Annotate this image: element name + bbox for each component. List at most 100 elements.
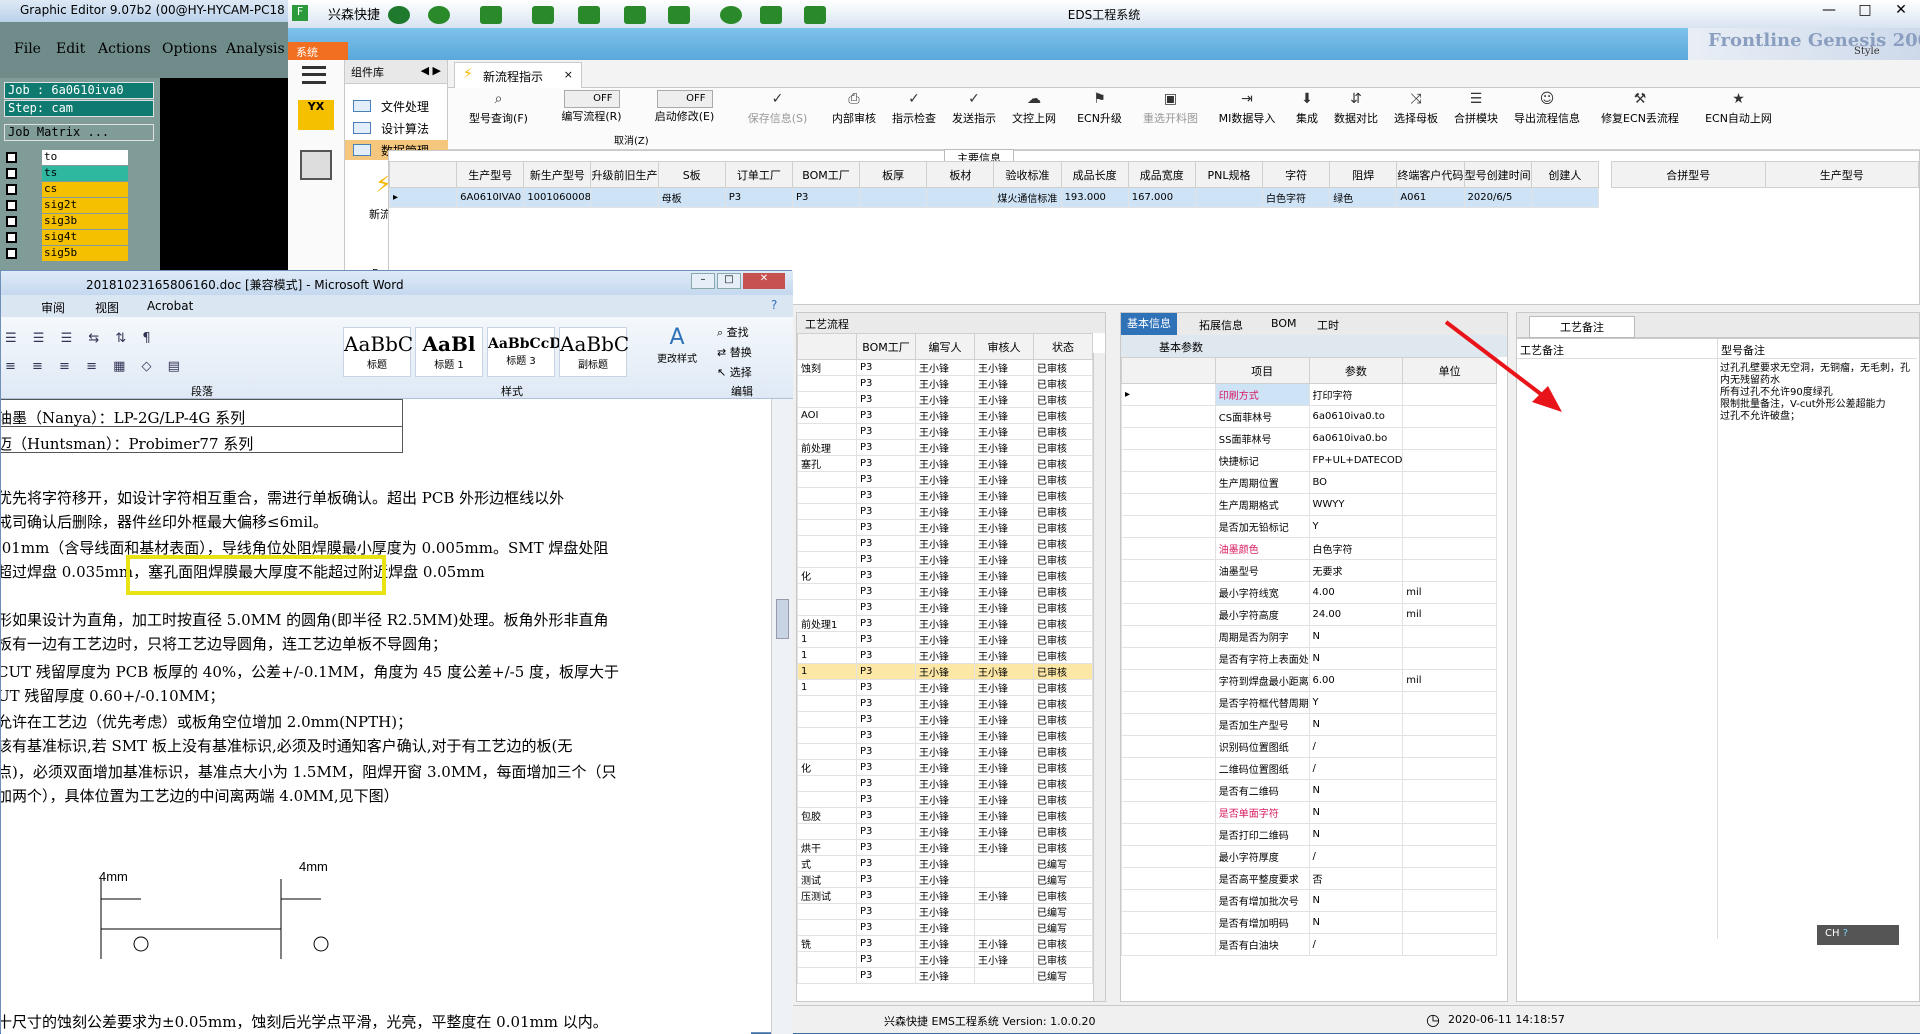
- toolbar-button[interactable]: ⚒ 修复ECN丢流程: [1590, 88, 1690, 150]
- table-row[interactable]: 是否高平整度要求否: [1121, 867, 1497, 890]
- layer-checkbox[interactable]: [6, 184, 17, 195]
- table-row[interactable]: P3 王小锋 王小锋 已审核: [797, 503, 1093, 520]
- layer-row[interactable]: sig4t: [4, 230, 154, 245]
- table-row[interactable]: 快捷标记 FP+UL+DATECODE: [1121, 449, 1497, 472]
- layer-checkbox[interactable]: [6, 152, 17, 163]
- table-row[interactable]: 最小字符厚度 /: [1121, 845, 1497, 868]
- table-row[interactable]: 压测试 P3 王小锋 王小锋 已审核: [797, 887, 1093, 904]
- layer-row[interactable]: sig2t: [4, 198, 154, 213]
- table-row[interactable]: P3 王小锋 王小锋 已审核: [797, 391, 1093, 408]
- table-row[interactable]: 是否字符框代替周期 Y: [1121, 691, 1497, 714]
- table-row[interactable]: 识别码位置图纸 /: [1121, 735, 1497, 758]
- menu-icon[interactable]: [302, 66, 326, 84]
- column-header[interactable]: 验收标准: [993, 161, 1062, 188]
- column-header[interactable]: 合拼型号: [1611, 161, 1766, 188]
- table-row[interactable]: 油墨颜色 白色字符: [1121, 537, 1497, 560]
- column-header[interactable]: [797, 333, 857, 360]
- table-row[interactable]: P3 王小锋 王小锋 已审核: [797, 375, 1093, 392]
- layer-checkbox[interactable]: [6, 168, 17, 179]
- tab-acrobat[interactable]: Acrobat: [147, 299, 193, 313]
- toolbar-button[interactable]: ☁ 文控上网: [1006, 88, 1062, 150]
- column-header[interactable]: 生产型号: [456, 161, 525, 188]
- toolbar-button[interactable]: OFF 启动修改(E): [640, 88, 729, 150]
- tab-new-flow[interactable]: ⚡ 新流程指示 ×: [454, 62, 582, 88]
- library-nav-icon[interactable]: ◀ ▶: [421, 64, 441, 77]
- table-row[interactable]: P3 王小锋 王小锋 已审核: [797, 583, 1093, 600]
- column-header[interactable]: 成品长度: [1060, 161, 1129, 188]
- column-header[interactable]: 板材: [926, 161, 995, 188]
- tab-review[interactable]: 审阅: [41, 299, 65, 316]
- yx-module-icon[interactable]: YX: [298, 100, 334, 130]
- library-item-file[interactable]: 文件处理: [345, 96, 448, 116]
- toolbar-button[interactable]: ☺ 导出流程信息: [1508, 88, 1586, 150]
- table-row[interactable]: 1 P3 王小锋 王小锋 已审核: [797, 679, 1093, 696]
- toolbar-button[interactable]: ⎙ 内部审核: [826, 88, 882, 150]
- menu-file[interactable]: File: [14, 41, 41, 57]
- column-header[interactable]: 生产型号: [1764, 161, 1919, 188]
- table-row[interactable]: 是否加无铅标记 Y: [1121, 515, 1497, 538]
- table-row[interactable]: 是否打印二维码 N: [1121, 823, 1497, 846]
- table-row[interactable]: 1 P3 王小锋 王小锋 已审核: [797, 647, 1093, 664]
- style-title[interactable]: AaBbC 标题: [343, 327, 413, 377]
- menu-actions[interactable]: Actions: [98, 41, 151, 57]
- style-heading-1[interactable]: AaBl 标题 1: [415, 327, 483, 377]
- column-header[interactable]: 升级前旧生产型号: [590, 161, 659, 188]
- toolbar-button[interactable]: ★ ECN自动上网: [1694, 88, 1783, 150]
- toolbar-button[interactable]: ⬇ 集成: [1290, 88, 1324, 150]
- table-row[interactable]: P3 王小锋 王小锋 已审核: [797, 775, 1093, 792]
- column-header[interactable]: BOM工厂: [856, 333, 916, 360]
- find-button[interactable]: ⌕ 查找: [717, 323, 752, 343]
- table-row[interactable]: 是否有字符上表面处理设计N: [1121, 647, 1497, 670]
- table-row[interactable]: P3 王小锋 王小锋 已审核: [797, 951, 1093, 968]
- column-header[interactable]: 板厚: [859, 161, 928, 188]
- select-button[interactable]: ↖ 选择: [717, 363, 752, 383]
- tab-close-icon[interactable]: ×: [564, 68, 573, 81]
- column-header[interactable]: BOM工厂: [791, 161, 861, 188]
- style-heading-3[interactable]: AaBbCcD 标题 3: [487, 327, 561, 377]
- toolbar-button[interactable]: ⚑ ECN升级: [1066, 88, 1133, 150]
- table-row[interactable]: P3 王小锋 王小锋 已审核: [797, 743, 1093, 760]
- table-row[interactable]: 是否有增加明码 N: [1121, 911, 1497, 934]
- table-row[interactable]: SS面菲林号 6a0610iva0.bo: [1121, 427, 1497, 450]
- column-header[interactable]: 参数: [1308, 357, 1404, 384]
- table-row[interactable]: 1 P3 王小锋 王小锋 已审核: [797, 631, 1093, 648]
- table-row[interactable]: P3 王小锋 王小锋 已审核: [797, 711, 1093, 728]
- table-row[interactable]: 铣 P3 王小锋 王小锋 已审核: [797, 935, 1093, 952]
- table-row[interactable]: 二维码位置图纸 /: [1121, 757, 1497, 780]
- replace-button[interactable]: ⇄ 替换: [717, 343, 752, 363]
- table-row[interactable]: 最小字符线宽 4.00 mil: [1121, 581, 1497, 604]
- toolbar-button[interactable]: ☰ 合拼模块: [1448, 88, 1504, 150]
- column-header[interactable]: 创建人: [1530, 161, 1600, 188]
- toolbar-button[interactable]: ⌕ 型号查询(F): [454, 88, 543, 150]
- layer-checkbox[interactable]: [6, 248, 17, 259]
- table-row[interactable]: P3 王小锋 王小锋 已审核: [797, 791, 1093, 808]
- table-row[interactable]: 测试 P3 王小锋 已编写: [797, 871, 1093, 888]
- tab-work-hours[interactable]: 工时: [1317, 317, 1339, 333]
- table-row[interactable]: P3 王小锋 王小锋 已审核: [797, 695, 1093, 712]
- layer-row[interactable]: cs: [4, 182, 154, 197]
- layer-row[interactable]: sig3b: [4, 214, 154, 229]
- table-row[interactable]: P3 王小锋 王小锋 已审核: [797, 487, 1093, 504]
- table-row[interactable]: 是否单面字符 N: [1121, 801, 1497, 824]
- column-header[interactable]: 成品宽度: [1127, 161, 1196, 188]
- table-row[interactable]: P3 王小锋 王小锋 已审核: [797, 519, 1093, 536]
- style-subtitle[interactable]: AaBbC 副标题: [559, 327, 629, 377]
- toolbar-button[interactable]: ✓ 发送指示: [946, 88, 1002, 150]
- column-header[interactable]: 状态: [1033, 333, 1093, 360]
- library-item-algorithm[interactable]: 设计算法: [345, 118, 448, 138]
- tab-view[interactable]: 视图: [95, 299, 119, 316]
- table-row[interactable]: P3 王小锋 已编写: [797, 903, 1093, 920]
- column-header[interactable]: 型号创建时间: [1463, 161, 1532, 188]
- word-maximize-button[interactable]: □: [717, 273, 741, 289]
- ime-indicator[interactable]: CH ?: [1817, 925, 1899, 945]
- table-row[interactable]: 化 P3 王小锋 王小锋 已审核: [797, 759, 1093, 776]
- column-header[interactable]: 项目: [1214, 357, 1310, 384]
- layer-checkbox[interactable]: [6, 216, 17, 227]
- toolbar-button[interactable]: ⇥ MI数据导入: [1208, 88, 1286, 150]
- table-row[interactable]: 最小字符高度 24.00 mil: [1121, 603, 1497, 626]
- table-row[interactable]: 油墨型号 无要求: [1121, 559, 1497, 582]
- column-header[interactable]: 终端客户代码: [1396, 161, 1465, 188]
- table-row[interactable]: P3 王小锋 王小锋 已审核: [797, 823, 1093, 840]
- menu-analysis[interactable]: Analysis: [226, 41, 285, 57]
- word-close-button[interactable]: ✕: [743, 273, 785, 289]
